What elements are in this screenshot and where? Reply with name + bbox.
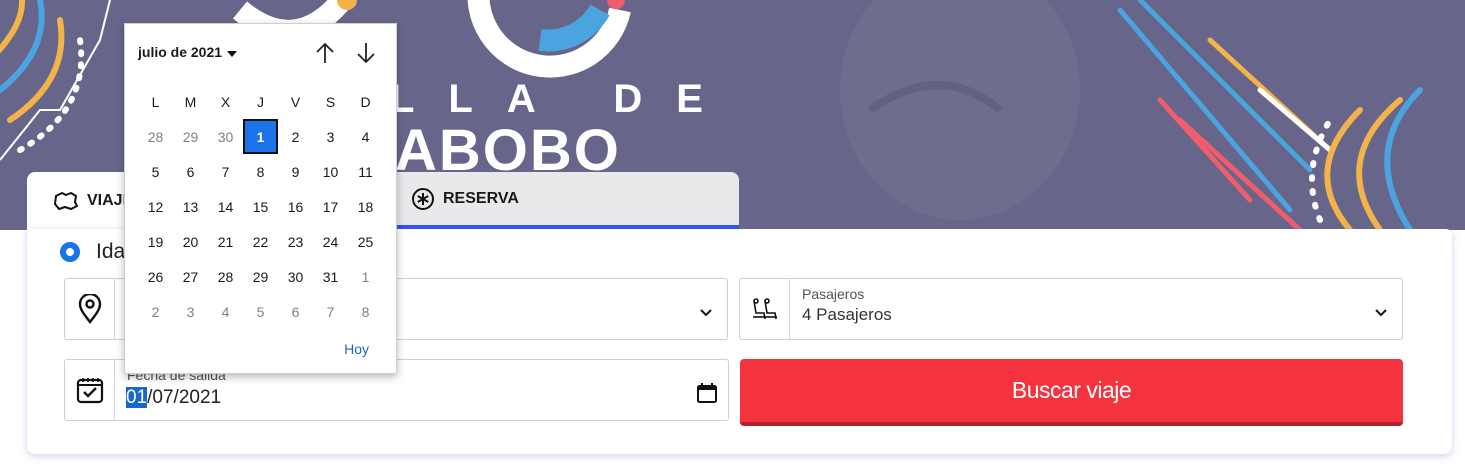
calendar-week-row: 5 6 7 8 9 10 11 (138, 154, 383, 189)
tab-reserva[interactable]: RESERVA (387, 172, 739, 229)
chevron-down-icon[interactable] (1374, 305, 1388, 323)
calendar-day[interactable]: 6 (173, 154, 208, 189)
calendar-day[interactable]: 17 (313, 189, 348, 224)
calendar-check-icon (65, 360, 115, 420)
weekday-header-row: LMXJVSD (138, 84, 383, 119)
calendar-day[interactable]: 29 (173, 119, 208, 154)
weekday-label: M (184, 93, 197, 110)
date-day-segment[interactable]: 01 (126, 387, 148, 408)
asterisk-circle-icon (411, 187, 435, 211)
map-icon (53, 190, 79, 212)
calendar-day[interactable]: 25 (348, 224, 383, 259)
trip-type-label: Ida (96, 240, 126, 263)
weekday-label: V (290, 93, 301, 110)
calendar-day[interactable]: 30 (208, 119, 243, 154)
calendar-week-row: 12 13 14 15 16 17 18 (138, 189, 383, 224)
weekday-label: X (220, 93, 231, 110)
trip-type-radio[interactable]: Ida (60, 240, 125, 264)
calendar-day[interactable]: 10 (313, 154, 348, 189)
radio-selected-icon[interactable] (60, 242, 80, 262)
calendar-day[interactable]: 29 (243, 259, 278, 294)
passengers-select[interactable]: Pasajeros 4 Pasajeros (739, 278, 1403, 340)
calendar-day[interactable]: 31 (313, 259, 348, 294)
calendar-day[interactable]: 27 (173, 259, 208, 294)
banner-line-1: LLA DE (390, 77, 737, 121)
calendar-day[interactable]: 23 (278, 224, 313, 259)
calendar-day[interactable]: 9 (278, 154, 313, 189)
calendar-day[interactable]: 19 (138, 224, 173, 259)
calendar-day[interactable]: 8 (243, 154, 278, 189)
month-year-label: julio de 2021 (138, 44, 223, 60)
calendar-day[interactable]: 6 (278, 294, 313, 329)
calendar-day[interactable]: 2 (278, 119, 313, 154)
calendar-day[interactable]: 4 (208, 294, 243, 329)
calendar-icon[interactable] (696, 382, 718, 409)
calendar-day[interactable]: 14 (208, 189, 243, 224)
passengers-label: Pasajeros (802, 286, 865, 302)
calendar-day[interactable]: 28 (138, 119, 173, 154)
calendar-day[interactable]: 28 (208, 259, 243, 294)
calendar-day[interactable]: 3 (313, 119, 348, 154)
arrow-up-icon[interactable] (313, 41, 337, 65)
caret-down-icon (227, 44, 238, 60)
calendar-day[interactable]: 7 (313, 294, 348, 329)
departure-date-input[interactable]: 01/07/2021 (126, 387, 221, 409)
calendar-week-row: 28 29 30 1 2 3 4 (138, 119, 383, 154)
calendar-day[interactable]: 5 (138, 154, 173, 189)
calendar-day[interactable]: 4 (348, 119, 383, 154)
location-pin-icon (65, 279, 115, 339)
calendar-day[interactable]: 21 (208, 224, 243, 259)
calendar-day-selected[interactable]: 1 (243, 119, 278, 154)
seats-icon (740, 279, 790, 339)
arrow-down-icon[interactable] (354, 41, 378, 65)
weekday-label: J (257, 93, 264, 110)
calendar-day[interactable]: 3 (173, 294, 208, 329)
today-link[interactable]: Hoy (344, 341, 369, 357)
date-picker-popup: julio de 2021 L M X J V S D 28 29 30 1 2 3 4 5 6 7 8 9 10 11… (124, 23, 397, 374)
calendar-day[interactable]: 11 (348, 154, 383, 189)
calendar-day[interactable]: 8 (348, 294, 383, 329)
calendar-day[interactable]: 24 (313, 224, 348, 259)
calendar-week-row: 26 27 28 29 30 31 1 (138, 259, 383, 294)
calendar-day[interactable]: 22 (243, 224, 278, 259)
calendar-day[interactable]: 16 (278, 189, 313, 224)
month-year-dropdown[interactable]: julio de 2021 (138, 44, 238, 60)
passengers-value: 4 Pasajeros (802, 305, 892, 324)
calendar-week-row: 2345678 (138, 294, 383, 329)
calendar-day[interactable]: 26 (138, 259, 173, 294)
calendar-day[interactable]: 30 (278, 259, 313, 294)
calendar-day[interactable]: 20 (173, 224, 208, 259)
date-rest-segment[interactable]: /07/2021 (147, 387, 221, 408)
calendar-day[interactable]: 15 (243, 189, 278, 224)
calendar-day[interactable]: 5 (243, 294, 278, 329)
search-trip-button[interactable]: Buscar viaje (740, 359, 1403, 426)
calendar-day[interactable]: 1 (348, 259, 383, 294)
weekday-label: D (360, 93, 371, 110)
calendar-grid: L M X J V S D 28 29 30 1 2 3 4 5 6 7 8 9 10 11 12 13 14 15 16 17 18… (138, 84, 383, 329)
calendar-day[interactable]: 2 (138, 294, 173, 329)
calendar-day[interactable]: 13 (173, 189, 208, 224)
calendar-week-row: 19 20 21 22 23 24 25 (138, 224, 383, 259)
weekday-label: L (151, 93, 160, 110)
calendar-day[interactable]: 12 (138, 189, 173, 224)
chevron-down-icon[interactable] (699, 305, 713, 323)
calendar-day[interactable]: 7 (208, 154, 243, 189)
weekday-label: S (325, 93, 336, 110)
calendar-day[interactable]: 18 (348, 189, 383, 224)
tab-reserva-label: RESERVA (443, 189, 519, 207)
